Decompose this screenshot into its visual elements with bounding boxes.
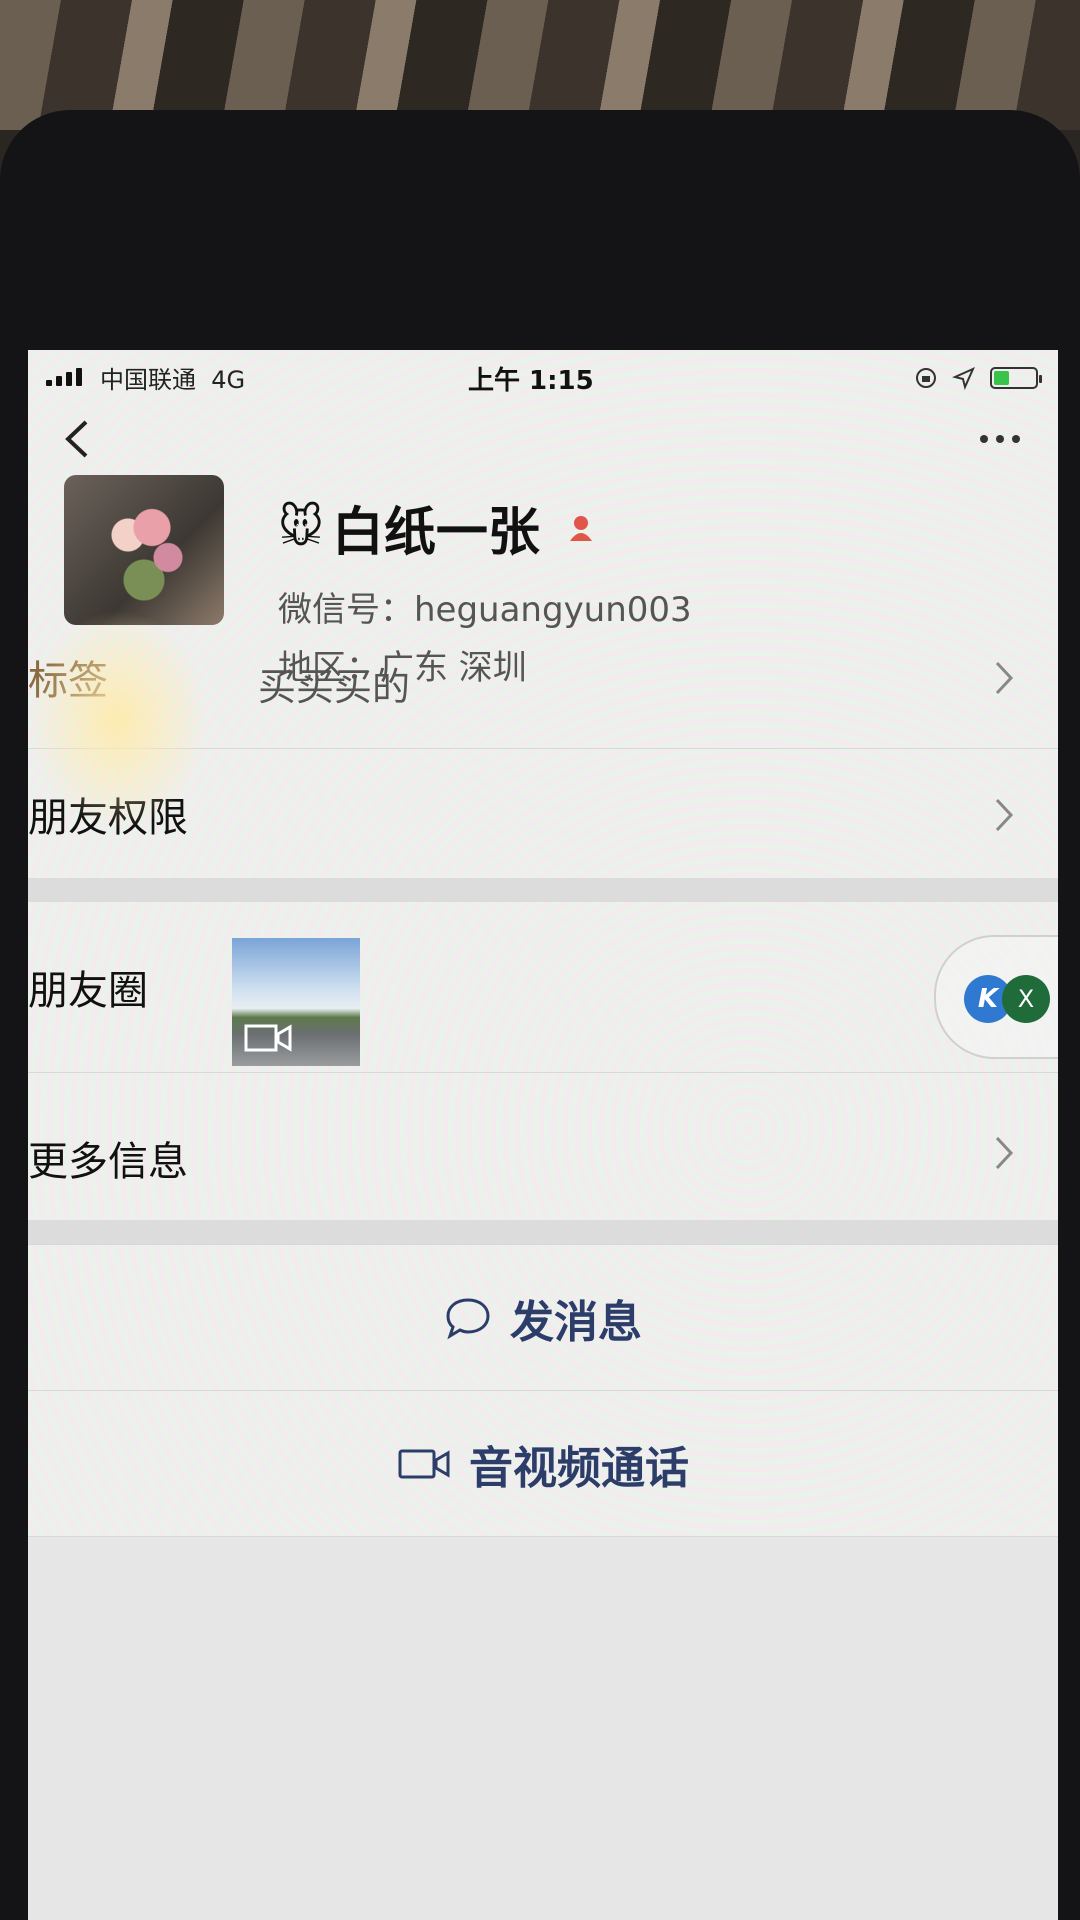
mouse-emoji: 🐭	[278, 502, 324, 553]
av-call-label: 音视频通话	[469, 1443, 689, 1494]
av-call-button[interactable]: 音视频通话	[28, 1390, 1058, 1537]
section-divider	[28, 878, 1058, 902]
section-divider	[28, 1220, 1058, 1244]
video-icon	[244, 1024, 292, 1052]
star-friend-icon	[569, 515, 592, 541]
bottom-area	[28, 1536, 1058, 1920]
more-info-row[interactable]: 更多信息	[28, 1072, 1058, 1233]
chevron-right-icon	[995, 798, 1014, 832]
more-info-label: 更多信息	[28, 1139, 188, 1185]
network-label: 4G	[211, 366, 246, 394]
phone-screen: 中国联通 4G 上午 1:15 🐭 白纸一张 微信号：heguangyun003…	[28, 350, 1058, 1920]
friend-permissions-label: 朋友权限	[28, 795, 188, 841]
send-message-button[interactable]: 发消息	[28, 1244, 1058, 1391]
chevron-right-icon	[995, 661, 1014, 695]
tags-value: 买买买的	[258, 665, 411, 709]
floating-badge-x: X	[1002, 975, 1050, 1023]
tags-row[interactable]: 标签 买买买的	[28, 608, 1058, 748]
location-icon	[952, 367, 975, 390]
avatar[interactable]	[64, 475, 224, 625]
moment-thumbnail[interactable]	[232, 938, 360, 1066]
floating-shortcut[interactable]: K X	[934, 935, 1058, 1059]
video-call-icon	[398, 1449, 450, 1479]
carrier-label: 中国联通 4G	[100, 366, 246, 394]
moments-row[interactable]: 朋友圈	[28, 902, 1058, 1072]
send-message-label: 发消息	[510, 1297, 642, 1348]
status-bar: 中国联通 4G 上午 1:15	[28, 350, 1058, 406]
clock: 上午 1:15	[468, 366, 594, 396]
signal-icon	[46, 368, 82, 386]
friend-permissions-row[interactable]: 朋友权限	[28, 748, 1058, 879]
profile-name: 🐭 白纸一张	[278, 490, 596, 565]
back-icon[interactable]	[56, 414, 100, 464]
battery-icon	[990, 367, 1042, 389]
tags-label: 标签	[28, 658, 108, 704]
moments-label: 朋友圈	[28, 968, 148, 1014]
rotation-lock-icon	[916, 368, 936, 388]
chevron-right-icon	[995, 1136, 1014, 1170]
nickname-text: 白纸一张	[331, 503, 540, 563]
chat-bubble-icon	[446, 1298, 490, 1340]
more-options-icon[interactable]	[970, 424, 1030, 454]
status-icons	[914, 366, 1042, 390]
